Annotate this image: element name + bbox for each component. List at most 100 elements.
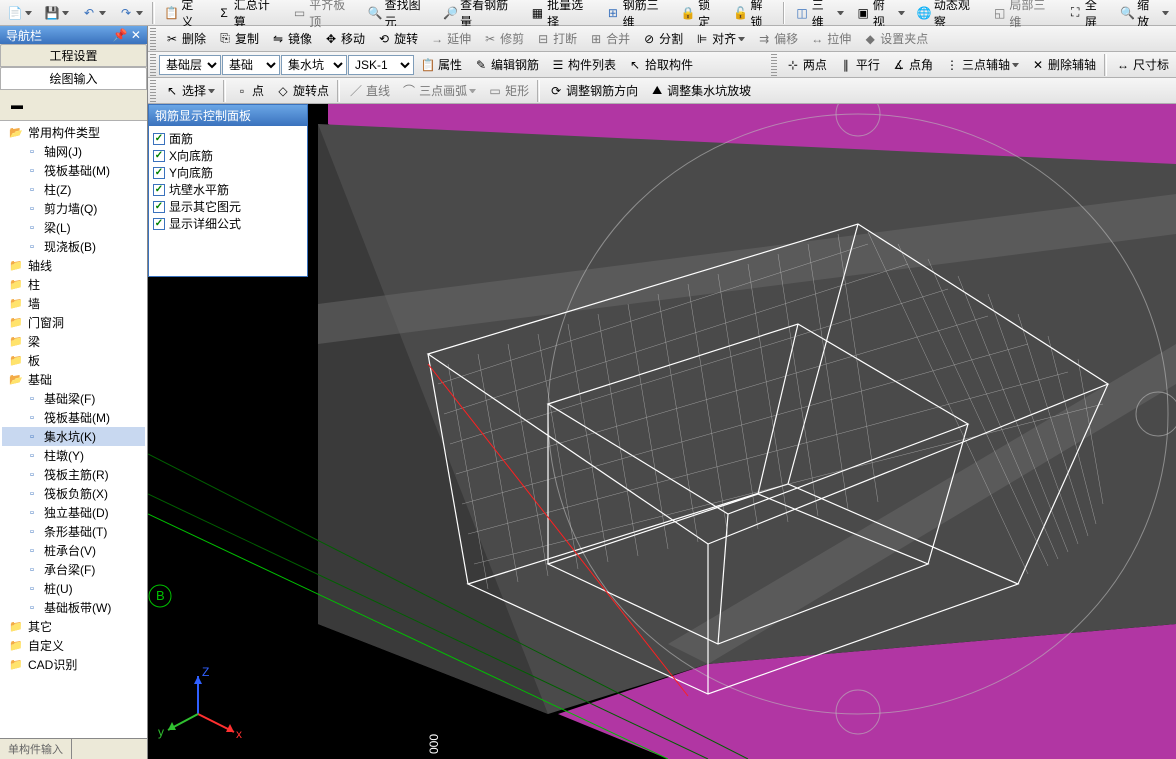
tab-draw-input[interactable]: 绘图输入 — [0, 67, 147, 90]
topview-button[interactable]: ▣俯视 — [851, 2, 910, 24]
setgrip-button[interactable]: ◆设置夹点 — [857, 28, 933, 50]
floor-combo[interactable]: 基础层 — [159, 55, 221, 75]
split-button[interactable]: ⊘分割 — [636, 28, 688, 50]
folder-icon: 📁 — [8, 316, 24, 330]
rebar-display-panel[interactable]: 钢筋显示控制面板 ✓面筋✓X向底筋✓Y向底筋✓坑壁水平筋✓显示其它图元✓显示详细… — [148, 104, 308, 277]
tree-item[interactable]: ▫基础板带(W) — [2, 598, 145, 617]
offset-button[interactable]: ⇉偏移 — [751, 28, 803, 50]
rect-button[interactable]: ▭矩形 — [482, 80, 534, 102]
tree-item[interactable]: ▫桩承台(V) — [2, 541, 145, 560]
find-button[interactable]: 🔍查找图元 — [362, 2, 435, 24]
tree-item[interactable]: ▫条形基础(T) — [2, 522, 145, 541]
tree-item[interactable]: ▫剪力墙(Q) — [2, 199, 145, 218]
mirror-button[interactable]: ⇋镜像 — [265, 28, 317, 50]
adjustslope-button[interactable]: ⛰调整集水坑放坡 — [644, 80, 756, 102]
rotpoint-button[interactable]: ◇旋转点 — [270, 80, 334, 102]
tree-folder[interactable]: 📁板 — [2, 351, 145, 370]
tree-folder[interactable]: 📁CAD识别 — [2, 655, 145, 674]
threeaux-button[interactable]: ⋮三点辅轴 — [939, 54, 1024, 76]
tree-folder[interactable]: 📁墙 — [2, 294, 145, 313]
select-button[interactable]: ↖选择 — [159, 80, 220, 102]
local3d-button[interactable]: ◱局部三维 — [987, 2, 1060, 24]
delaux-button[interactable]: ✕删除辅轴 — [1025, 54, 1101, 76]
checkbox-row[interactable]: ✓X向底筋 — [153, 147, 303, 164]
3d-button[interactable]: ◫三维 — [789, 2, 848, 24]
dim-button[interactable]: ↔尺寸标 — [1110, 54, 1174, 76]
new-button[interactable]: 📄 — [2, 2, 37, 24]
pin-icon[interactable]: 📌 ✕ — [113, 28, 141, 42]
checkbox-row[interactable]: ✓显示详细公式 — [153, 215, 303, 232]
editrebar-button[interactable]: ✎编辑钢筋 — [468, 54, 544, 76]
tree-item[interactable]: ▫基础梁(F) — [2, 389, 145, 408]
twopoint-button[interactable]: ⊹两点 — [780, 54, 832, 76]
tree-label: 基础板带(W) — [44, 599, 111, 616]
sumcalc-button[interactable]: Σ汇总计算 — [211, 2, 284, 24]
rotate-button[interactable]: ⟲旋转 — [371, 28, 423, 50]
move-button[interactable]: ✥移动 — [318, 28, 370, 50]
tree-item[interactable]: ▫桩(U) — [2, 579, 145, 598]
adjustdir-button[interactable]: ⟳调整钢筋方向 — [543, 80, 643, 102]
3d-viewport[interactable]: 钢筋显示控制面板 ✓面筋✓X向底筋✓Y向底筋✓坑壁水平筋✓显示其它图元✓显示详细… — [148, 104, 1176, 759]
tree-item[interactable]: ▫筏板基础(M) — [2, 161, 145, 180]
checkbox-row[interactable]: ✓面筋 — [153, 130, 303, 147]
point-button[interactable]: ▫点 — [229, 80, 269, 102]
props-button[interactable]: 📋属性 — [415, 54, 467, 76]
define-button[interactable]: 📋定义 — [159, 2, 209, 24]
tree-item[interactable]: ▫梁(L) — [2, 218, 145, 237]
tree-folder[interactable]: 📁柱 — [2, 275, 145, 294]
unlock-button[interactable]: 🔓解锁 — [728, 2, 778, 24]
stretch-button[interactable]: ↔拉伸 — [804, 28, 856, 50]
tree-item[interactable]: ▫柱墩(Y) — [2, 446, 145, 465]
tree-folder[interactable]: 📂基础 — [2, 370, 145, 389]
line-button[interactable]: ／直线 — [343, 80, 395, 102]
merge-button[interactable]: ⊞合并 — [583, 28, 635, 50]
bottom-tab[interactable]: 单构件输入 — [0, 739, 72, 759]
tree-folder[interactable]: 📁梁 — [2, 332, 145, 351]
tree-item[interactable]: ▫轴网(J) — [2, 142, 145, 161]
type-combo[interactable]: 集水坑 — [281, 55, 347, 75]
tree-item[interactable]: ▫承台梁(F) — [2, 560, 145, 579]
align-button[interactable]: ⊫对齐 — [689, 28, 750, 50]
tree-folder[interactable]: 📁轴线 — [2, 256, 145, 275]
tree-folder[interactable]: 📁其它 — [2, 617, 145, 636]
delete-button[interactable]: ✂删除 — [159, 28, 211, 50]
extend-button[interactable]: →延伸 — [424, 28, 476, 50]
tree-folder[interactable]: 📂常用构件类型 — [2, 123, 145, 142]
category-combo[interactable]: 基础 — [222, 55, 280, 75]
undo-button[interactable]: ↶ — [76, 2, 111, 24]
checkbox-row[interactable]: ✓坑壁水平筋 — [153, 181, 303, 198]
batchsel-button[interactable]: ▦批量选择 — [525, 2, 598, 24]
tree-folder[interactable]: 📁门窗洞 — [2, 313, 145, 332]
orbit-button[interactable]: 🌐动态观察 — [912, 2, 985, 24]
tree-item[interactable]: ▫柱(Z) — [2, 180, 145, 199]
tab-project-settings[interactable]: 工程设置 — [0, 44, 147, 67]
tree-folder[interactable]: 📁自定义 — [2, 636, 145, 655]
parallel-button[interactable]: ∥平行 — [833, 54, 885, 76]
save-button[interactable]: 💾 — [39, 2, 74, 24]
redo-button[interactable]: ↷ — [113, 2, 148, 24]
checkbox-row[interactable]: ✓Y向底筋 — [153, 164, 303, 181]
tree-item[interactable]: ▫现浇板(B) — [2, 237, 145, 256]
folder-icon: 📁 — [8, 620, 24, 634]
lock-button[interactable]: 🔒锁定 — [676, 2, 726, 24]
instance-combo[interactable]: JSK-1 — [348, 55, 414, 75]
tree-item[interactable]: ▫筏板基础(M) — [2, 408, 145, 427]
zoom-button[interactable]: 🔍缩放 — [1115, 2, 1174, 24]
tree-item[interactable]: ▫独立基础(D) — [2, 503, 145, 522]
fullscreen-button[interactable]: ⛶全屏 — [1063, 2, 1113, 24]
arc-button[interactable]: ⌒三点画弧 — [396, 80, 481, 102]
rebar3d-button[interactable]: ⊞钢筋三维 — [600, 2, 673, 24]
break-button[interactable]: ⊟打断 — [530, 28, 582, 50]
level-button[interactable]: ▭平齐板顶 — [287, 2, 360, 24]
pick-button[interactable]: ↖拾取构件 — [622, 54, 698, 76]
tree-item[interactable]: ▫筏板负筋(X) — [2, 484, 145, 503]
tree-item[interactable]: ▫集水坑(K) — [2, 427, 145, 446]
copy-button[interactable]: ⎘复制 — [212, 28, 264, 50]
sidebar-tool-icon[interactable]: ▬ — [4, 94, 30, 116]
trim-button[interactable]: ✂修剪 — [477, 28, 529, 50]
viewrebar-button[interactable]: 🔎查看钢筋量 — [438, 2, 523, 24]
pointangle-button[interactable]: ∡点角 — [886, 54, 938, 76]
complist-button[interactable]: ☰构件列表 — [545, 54, 621, 76]
tree-item[interactable]: ▫筏板主筋(R) — [2, 465, 145, 484]
checkbox-row[interactable]: ✓显示其它图元 — [153, 198, 303, 215]
